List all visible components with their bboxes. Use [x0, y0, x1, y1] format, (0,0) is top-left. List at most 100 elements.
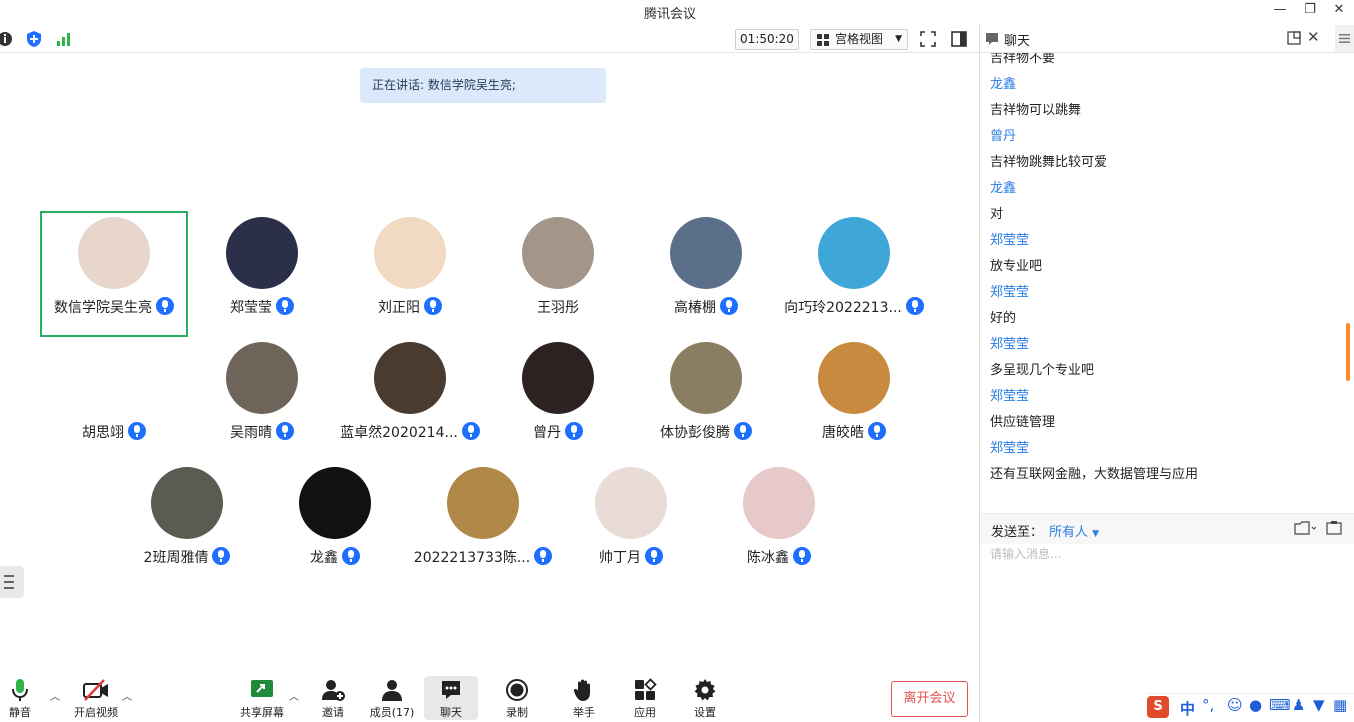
video-off-icon — [83, 679, 108, 701]
start-video-label: 开启视频 — [74, 706, 118, 719]
send-to-select[interactable]: 所有人 ▼ — [1049, 521, 1099, 540]
voice-icon[interactable]: ● — [1249, 696, 1262, 714]
avatar — [595, 467, 667, 539]
microphone-icon — [342, 547, 360, 565]
microphone-icon — [461, 422, 480, 440]
popout-icon[interactable] — [1287, 31, 1301, 45]
microphone-icon — [534, 547, 553, 565]
participant-tile[interactable]: 刘正阳 — [336, 211, 484, 337]
participant-name: 刘正阳 — [378, 300, 420, 316]
avatar — [818, 217, 890, 289]
participant-name: 曾丹 — [533, 425, 561, 441]
sogou-logo-icon[interactable]: S — [1147, 696, 1169, 718]
participant-tile[interactable]: 体协彭俊腾 — [632, 336, 780, 462]
microphone-icon — [734, 422, 752, 440]
participant-tile[interactable]: 唐皎皓 — [780, 336, 928, 462]
hand-icon — [573, 679, 590, 701]
participant-tile[interactable]: 蓝卓然2020214... — [336, 336, 484, 462]
participant-tile[interactable]: 王羽彤 — [484, 211, 632, 337]
screenshot-icon[interactable] — [1326, 520, 1342, 536]
punctuation-icon[interactable]: °, — [1202, 696, 1214, 714]
chat-button[interactable]: 聊天 — [424, 676, 478, 720]
chat-scrollbar[interactable] — [1346, 323, 1350, 381]
chat-input[interactable]: 请输入消息... — [990, 545, 1061, 562]
apps-button[interactable]: 应用 — [617, 676, 673, 720]
participant-tile[interactable]: 向巧玲2022213... — [780, 211, 928, 337]
leave-meeting-button[interactable]: 离开会议 — [891, 681, 968, 717]
participant-tile[interactable]: 2022213733陈... — [409, 461, 557, 587]
chat-message-text: 多呈现几个专业吧 — [990, 363, 1095, 378]
sidebar-toggle-icon[interactable] — [950, 30, 968, 48]
file-icon[interactable] — [1294, 521, 1316, 535]
toolbox-icon[interactable]: ▦ — [1333, 696, 1347, 714]
participant-tile[interactable]: 数信学院吴生亮 — [40, 211, 188, 337]
restore-button[interactable]: ❐ — [1295, 0, 1325, 22]
participant-tile[interactable]: 郑莹莹 — [188, 211, 336, 337]
participant-tile[interactable]: 高椿棚 — [632, 211, 780, 337]
start-video-button[interactable]: 开启视频 — [66, 676, 126, 720]
raise-hand-button[interactable]: 举手 — [556, 676, 612, 720]
participant-tile[interactable]: 曾丹 — [484, 336, 632, 462]
shield-icon[interactable] — [25, 30, 43, 48]
participant-name: 体协彭俊腾 — [660, 425, 730, 441]
microphone-icon — [424, 297, 442, 315]
participant-name-row: 高椿棚 — [632, 297, 780, 317]
signal-icon[interactable] — [55, 30, 73, 48]
participant-tile[interactable]: 胡思翊 — [40, 336, 188, 462]
participant-tile[interactable]: 龙鑫 — [261, 461, 409, 587]
ime-mode[interactable]: 中 — [1180, 698, 1195, 719]
participant-tile[interactable]: 2班周雅倩 — [113, 461, 261, 587]
members-icon — [382, 680, 402, 701]
microphone-icon — [276, 422, 294, 440]
avatar — [226, 342, 298, 414]
participant-name: 郑莹莹 — [230, 300, 272, 316]
microphone-icon — [156, 297, 174, 315]
panel-menu-button[interactable] — [1335, 25, 1354, 52]
skin-icon[interactable]: ▼ — [1313, 696, 1325, 714]
close-chat-icon[interactable]: ✕ — [1307, 28, 1320, 46]
chat-messages[interactable]: 吉祥物不要 龙鑫 吉祥物可以跳舞 曾丹 吉祥物跳舞比较可爱 龙鑫对郑莹莹 放专业吧 郑莹莹 好的… — [980, 53, 1342, 538]
close-window-button[interactable]: ✕ — [1324, 0, 1354, 22]
invite-label: 邀请 — [322, 706, 344, 719]
keyboard-icon[interactable]: ⌨ — [1269, 696, 1291, 714]
send-to-label: 发送至： — [991, 525, 1044, 540]
chat-message-text: 吉祥物不要 — [990, 53, 1056, 66]
user-icon[interactable]: ♟ — [1292, 696, 1305, 714]
record-button[interactable]: 录制 — [489, 676, 545, 720]
microphone-icon — [128, 422, 146, 440]
video-options-chevron-icon[interactable]: ︿ — [122, 688, 132, 703]
participant-name: 吴雨晴 — [230, 425, 272, 441]
chat-icon — [442, 681, 460, 699]
view-mode-button[interactable]: 宫格视图 ▼ — [810, 29, 908, 50]
participant-name-row: 王羽彤 — [484, 297, 632, 317]
emoji-icon[interactable]: ☺ — [1227, 696, 1243, 714]
fullscreen-icon[interactable] — [919, 30, 937, 48]
avatar — [151, 467, 223, 539]
participant-name: 帅丁月 — [599, 550, 641, 566]
participant-tile[interactable]: 陈冰鑫 — [705, 461, 853, 587]
participant-name-row: 2022213733陈... — [409, 547, 557, 567]
audio-options-chevron-icon[interactable]: ︿ — [50, 688, 60, 703]
info-icon[interactable] — [0, 30, 14, 48]
members-button[interactable]: 成员(17) — [364, 676, 420, 720]
app-title: 腾讯会议 — [643, 7, 696, 22]
share-options-chevron-icon[interactable]: ︿ — [289, 688, 299, 703]
participant-name: 2022213733陈... — [413, 550, 531, 566]
participant-name: 高椿棚 — [674, 300, 716, 316]
participant-tile[interactable]: 帅丁月 — [557, 461, 705, 587]
invite-button[interactable]: 邀请 — [305, 676, 361, 720]
chat-title: 聊天 — [1004, 34, 1031, 49]
chat-message-text: 吉祥物可以跳舞 — [990, 103, 1082, 118]
side-list-handle[interactable] — [0, 566, 24, 598]
chat-message-text: 供应链管理 — [990, 415, 1056, 430]
mute-button[interactable]: 静音 — [0, 676, 48, 720]
apps-label: 应用 — [634, 706, 656, 719]
add-user-icon — [322, 680, 345, 701]
share-screen-button[interactable]: 共享屏幕 — [234, 676, 290, 720]
minimize-button[interactable]: — — [1265, 0, 1295, 22]
chat-message-text: 还有互联网金融，大数据管理与应用 — [990, 467, 1199, 482]
avatar — [670, 342, 742, 414]
meeting-timer: 01:50:20 — [735, 29, 799, 50]
participant-tile[interactable]: 吴雨晴 — [188, 336, 336, 462]
settings-button[interactable]: 设置 — [677, 676, 733, 720]
